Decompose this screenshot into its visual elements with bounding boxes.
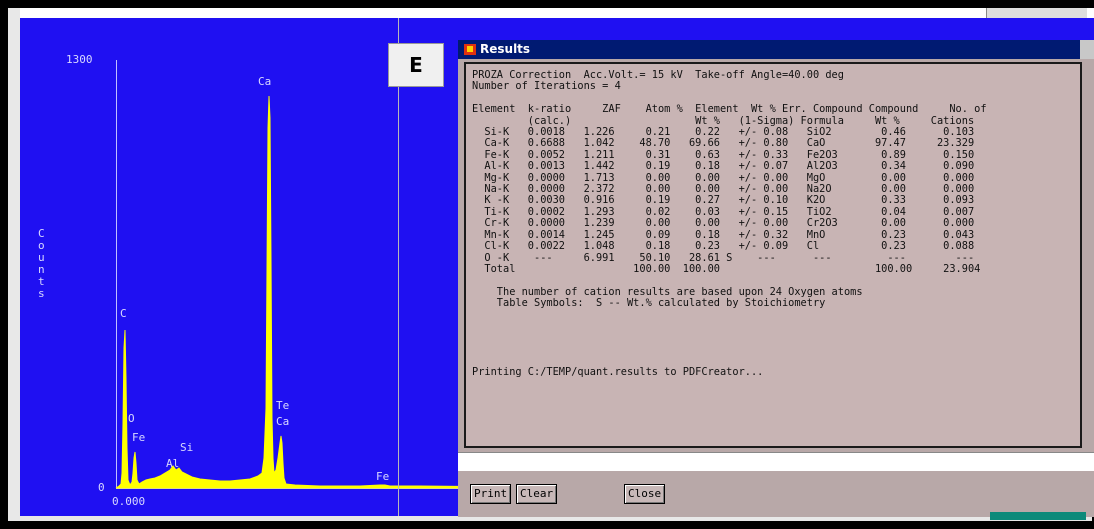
cursor-marker-line[interactable] — [398, 18, 399, 516]
results-line: Fe-K 0.0052 1.211 0.31 0.63 +/- 0.33 Fe2… — [484, 148, 975, 161]
results-line: Table Symbols: S -- Wt.% calculated by S… — [496, 297, 826, 310]
background-window-edge — [990, 512, 1086, 520]
clear-button[interactable]: Clear — [516, 484, 558, 504]
peak-label-o: O — [128, 412, 135, 425]
close-button[interactable]: Close — [624, 484, 666, 504]
results-line: Ca-K 0.6688 1.042 48.70 69.66 +/- 0.80 C… — [484, 137, 975, 150]
results-text-area[interactable]: PROZA Correction Acc.Volt.= 15 kV Take-o… — [464, 62, 1082, 448]
peak-label-fe-low: Fe — [132, 431, 146, 444]
status-strip — [458, 452, 1094, 471]
results-line: Printing C:/TEMP/quant.results to PDFCre… — [472, 365, 764, 378]
top-border — [20, 8, 1094, 18]
panel-letter-badge: E — [388, 43, 444, 87]
results-text: PROZA Correction Acc.Volt.= 15 kV Take-o… — [466, 64, 1080, 378]
results-line: O -K --- 6.991 50.10 28.61 S --- --- ---… — [484, 251, 975, 264]
window-control[interactable] — [1080, 40, 1094, 59]
results-line: Total 100.00 100.00 100.00 23.904 — [484, 262, 981, 275]
results-line: Al-K 0.0013 1.442 0.19 0.18 +/- 0.07 Al2… — [484, 160, 975, 173]
peak-label-te: Te — [276, 399, 290, 412]
results-line: Na-K 0.0000 2.372 0.00 0.00 +/- 0.00 Na2… — [484, 183, 975, 196]
print-button[interactable]: Print — [470, 484, 512, 504]
results-line: Mn-K 0.0014 1.245 0.09 0.18 +/- 0.32 MnO… — [484, 228, 975, 241]
peak-label-ca-low: Ca — [276, 415, 290, 428]
results-line: Ti-K 0.0002 1.293 0.02 0.03 +/- 0.15 TiO… — [484, 205, 975, 218]
results-line: Element k-ratio ZAF Atom % Element Wt % … — [472, 103, 987, 116]
results-window: Results PROZA Correction Acc.Volt.= 15 k… — [458, 40, 1094, 517]
results-line: (calc.) Wt % (1-Sigma) Formula Wt % Cati… — [527, 114, 975, 127]
app-icon — [464, 44, 476, 55]
peak-label-al: Al — [166, 457, 180, 470]
peak-label-ca: Ca — [258, 75, 272, 88]
results-line: K -K 0.0030 0.916 0.19 0.27 +/- 0.10 K2O… — [484, 194, 975, 207]
results-titlebar[interactable]: Results — [458, 40, 1094, 59]
results-line: Cr-K 0.0000 1.239 0.00 0.00 +/- 0.00 Cr2… — [484, 217, 975, 230]
results-line: Cl-K 0.0022 1.048 0.18 0.23 +/- 0.09 Cl … — [484, 240, 975, 253]
top-right-window-edge — [986, 8, 1087, 18]
window-title: Results — [480, 42, 531, 56]
results-line: PROZA Correction Acc.Volt.= 15 kV Take-o… — [472, 69, 844, 81]
results-line: Mg-K 0.0000 1.713 0.00 0.00 +/- 0.00 MgO… — [484, 171, 975, 184]
peak-label-fe-high: Fe — [376, 470, 390, 483]
results-line: The number of cation results are based u… — [496, 285, 863, 298]
peak-label-c: C — [120, 307, 127, 320]
results-line: Si-K 0.0018 1.226 0.21 0.22 +/- 0.08 SiO… — [484, 126, 975, 139]
peak-label-si: Si — [180, 441, 194, 454]
button-bar: Print Clear Close — [458, 472, 1094, 517]
results-line: Number of Iterations = 4 — [472, 80, 621, 93]
